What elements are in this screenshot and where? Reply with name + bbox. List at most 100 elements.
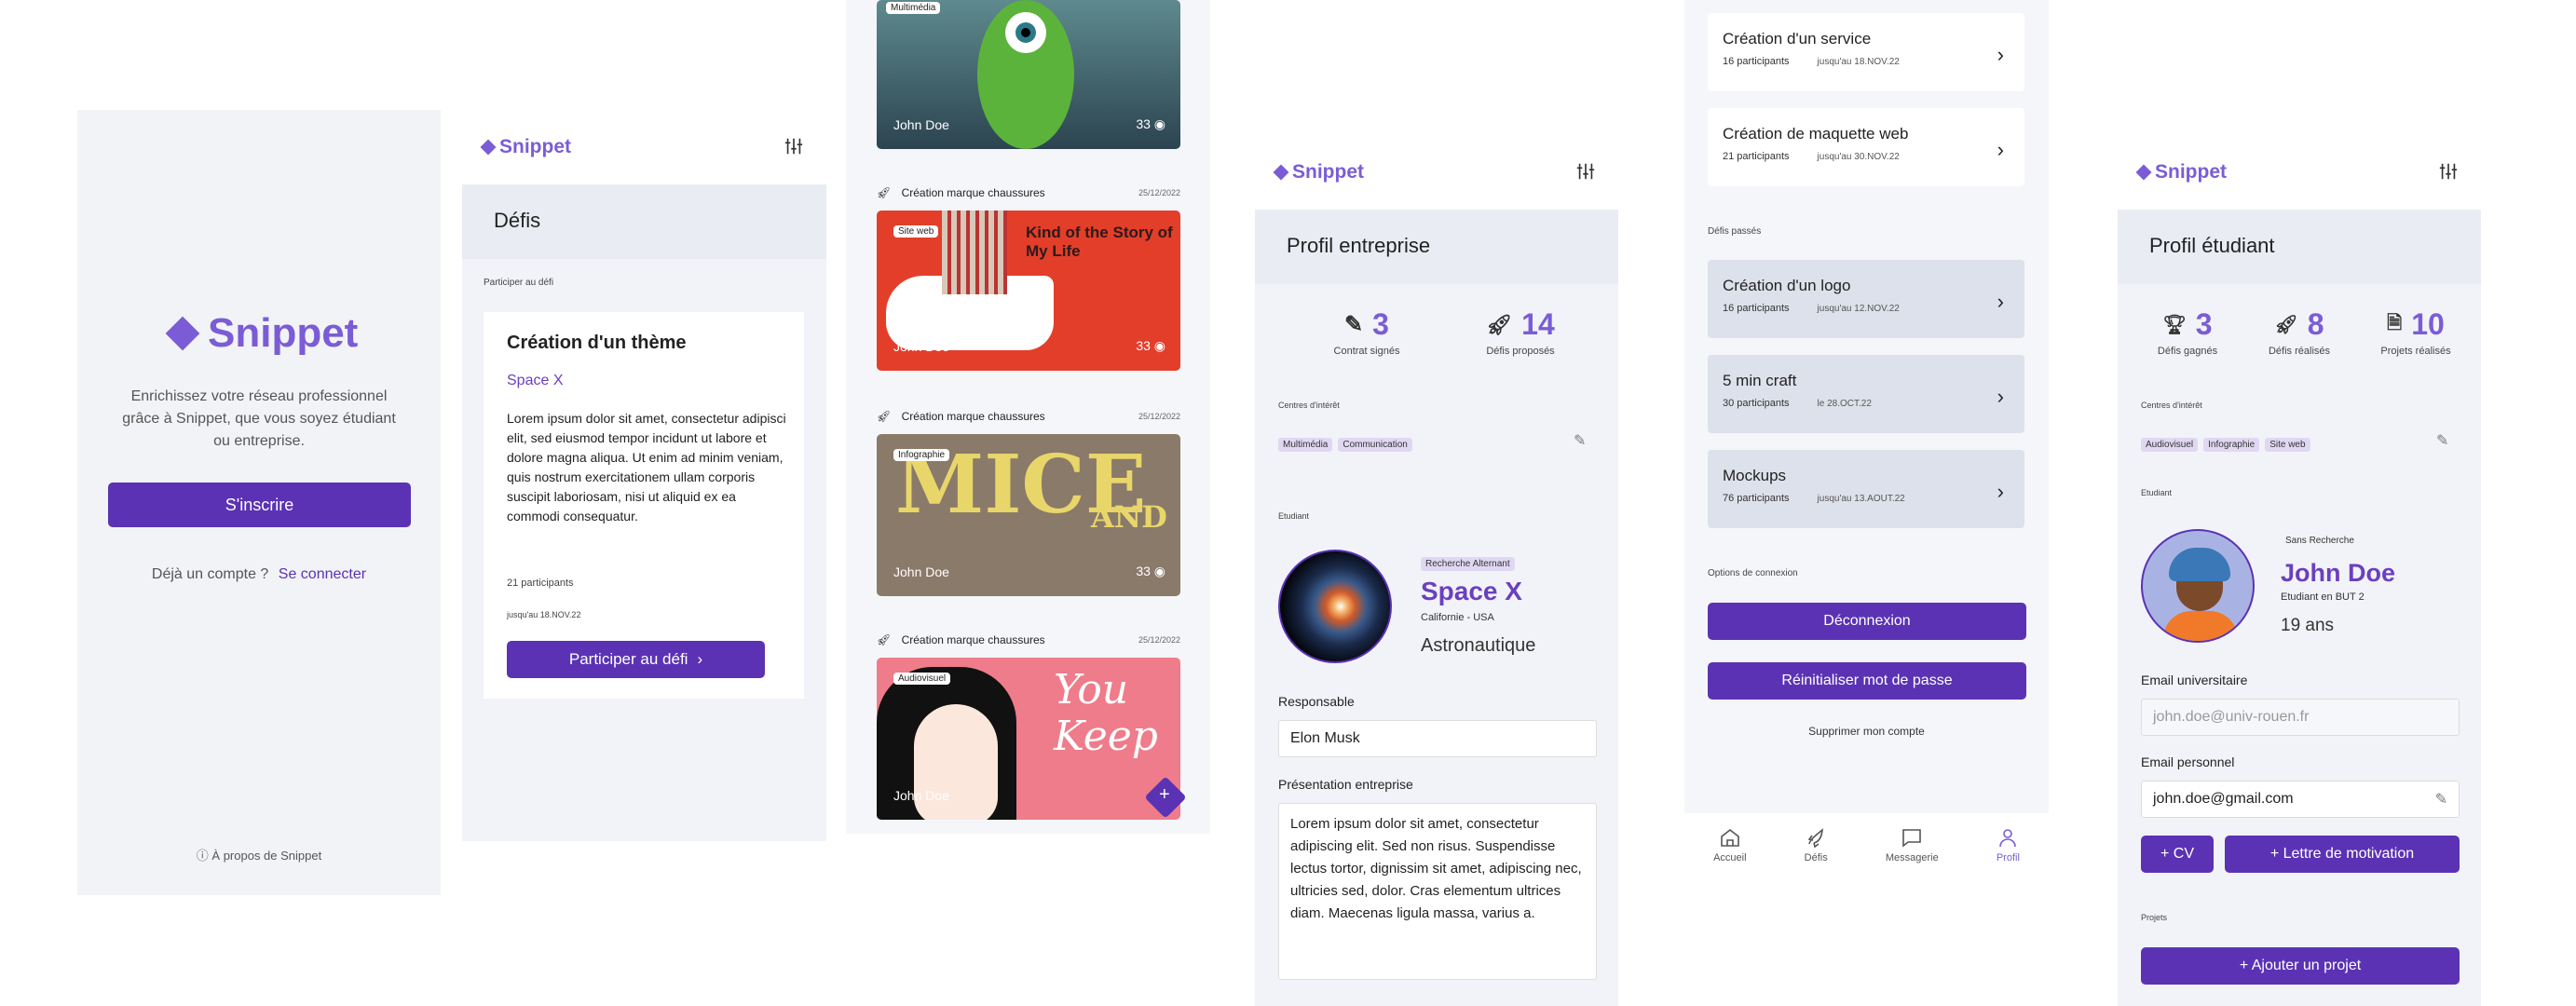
add-project-button[interactable]: + Ajouter un projet: [2141, 947, 2460, 985]
past-challenge-item[interactable]: Création d'un logo 16 participants jusqu'…: [1708, 260, 2024, 338]
filter-icon[interactable]: [1575, 161, 1596, 182]
student-school: Etudiant en BUT 2: [2281, 591, 2365, 603]
pres-label: Présentation entreprise: [1278, 777, 1413, 792]
student-name: John Doe: [2281, 559, 2396, 587]
header: Snippet: [2118, 135, 2481, 210]
past-label: Défis passés: [1708, 226, 1762, 237]
chevron-right-icon: ›: [1997, 138, 2004, 161]
nav-defis[interactable]: Défis: [1805, 826, 1828, 863]
poster-text: AND: [1091, 499, 1167, 535]
eye-icon: ◉: [1153, 116, 1165, 131]
info-icon: ⓘ: [196, 849, 209, 863]
feed-image[interactable]: MICE AND Infographie John Doe 33 ◉: [877, 434, 1180, 596]
interests-chips: Audiovisuel Infographie Site web: [2141, 435, 2316, 452]
header: Snippet: [462, 110, 826, 184]
pres-textarea[interactable]: Lorem ipsum dolor sit amet, consectetur …: [1278, 803, 1597, 980]
feed-item-header: 🚀︎ Création marque chaussures 25/12/2022: [877, 410, 1180, 423]
author-name: John Doe: [893, 339, 949, 354]
resp-input[interactable]: Elon Musk: [1278, 720, 1597, 757]
page-band: Profil étudiant: [2118, 210, 2481, 284]
chevron-right-icon: ›: [1997, 385, 2004, 408]
email-university-field[interactable]: john.doe@univ-rouen.fr: [2141, 699, 2460, 736]
screen-defis: Snippet Défis Participer au défi Créatio…: [462, 110, 826, 846]
eye-icon: ◉: [1153, 338, 1165, 353]
challenge-item[interactable]: Création de maquette web 21 participants…: [1708, 108, 2024, 186]
interest-chip: Audiovisuel: [2141, 438, 2199, 452]
page-band: Profil entreprise: [1255, 210, 1618, 284]
logo-diamond-icon: [480, 139, 497, 156]
login-link[interactable]: Se connecter: [279, 566, 366, 582]
past-challenge-item[interactable]: Mockups 76 participants jusqu'au 13.AOUT.…: [1708, 450, 2024, 528]
logo-diamond-icon: [165, 316, 200, 351]
filter-icon[interactable]: [2438, 161, 2459, 182]
status-badge: Recherche Alternant: [1421, 557, 1515, 571]
about-link[interactable]: ⓘ À propos de Snippet: [77, 846, 441, 863]
chevron-right-icon: ›: [1997, 480, 2004, 503]
logo[interactable]: Snippet: [480, 136, 571, 158]
interest-chip: Multimédia: [1278, 438, 1333, 452]
feed-image[interactable]: YouKeep Audiovisuel John Doe 33: [877, 658, 1180, 820]
user-icon: [1999, 829, 2017, 848]
nav-accueil[interactable]: Accueil: [1713, 826, 1747, 863]
challenge-card: Création d'un thème Space X Lorem ipsum …: [484, 312, 804, 699]
add-cv-button[interactable]: + CV: [2141, 836, 2214, 873]
logo[interactable]: Snippet: [2135, 161, 2227, 184]
card-participants: 21 participants: [507, 578, 574, 589]
logout-button[interactable]: Déconnexion: [1708, 603, 2026, 640]
chevron-right-icon: ›: [1997, 290, 2004, 313]
rocket-icon: 🚀︎: [877, 633, 892, 646]
company-sector: Astronautique: [1421, 635, 1536, 656]
feed-item-header: 🚀︎ Création marque chaussures 25/12/2022: [877, 186, 1180, 199]
stat-won: 🏆︎ 3 Défis gagnés: [2157, 307, 2218, 357]
reset-password-button[interactable]: Réinitialiser mot de passe: [1708, 662, 2026, 700]
stat-projects: 🗎 10 Projets réalisés: [2380, 307, 2451, 357]
nav-messagerie[interactable]: Messagerie: [1886, 826, 1939, 863]
signup-button[interactable]: S'inscrire: [108, 483, 411, 527]
category-tag: Audiovisuel: [893, 673, 951, 685]
card-company[interactable]: Space X: [507, 373, 563, 389]
message-icon: [1902, 829, 1922, 848]
section-label: Participer au défi: [484, 278, 554, 288]
delete-account-link[interactable]: Supprimer mon compte: [1684, 725, 2049, 738]
logo: Snippet: [165, 310, 358, 357]
feed-image[interactable]: Kind of the Story of My Life Site web Jo…: [877, 211, 1180, 371]
rocket-icon: 🚀︎: [1486, 312, 1513, 336]
participate-button[interactable]: Participer au défi ›: [507, 641, 765, 678]
document-icon: ✎: [1344, 312, 1364, 337]
company-logo: [1278, 550, 1392, 663]
interest-chip: Communication: [1338, 438, 1412, 452]
view-count: 33 ◉: [1136, 338, 1165, 353]
nav-profil[interactable]: Profil: [1997, 826, 2020, 863]
rocket-icon: [1807, 828, 1824, 849]
logo[interactable]: Snippet: [1273, 161, 1364, 184]
author-name: John Doe: [893, 117, 949, 132]
home-icon: [1720, 828, 1739, 847]
challenge-item[interactable]: Création d'un service 16 participants jus…: [1708, 13, 2024, 91]
email-personal-field[interactable]: john.doe@gmail.com ✎: [2141, 781, 2460, 818]
add-letter-button[interactable]: + Lettre de motivation: [2225, 836, 2460, 873]
edit-icon[interactable]: ✎: [2436, 431, 2448, 450]
screen-company-profile: Snippet Profil entreprise ✎ 3 Contrat sig…: [1255, 135, 1618, 1006]
feed-image[interactable]: Multimédia John Doe 33 ◉: [877, 0, 1180, 149]
filter-icon[interactable]: [784, 136, 804, 156]
poster-text: You Keep: [1054, 666, 1158, 760]
edit-icon[interactable]: ✎: [2435, 790, 2447, 809]
rocket-icon: 🚀︎: [877, 410, 892, 423]
edit-icon[interactable]: ✎: [1574, 431, 1586, 450]
screen-welcome: Snippet Enrichissez votre réseau profess…: [77, 110, 441, 895]
chevron-right-icon: ›: [697, 650, 703, 668]
file-icon: 🗎: [2387, 312, 2403, 333]
company-location: Californie - USA: [1421, 612, 1494, 623]
rocket-icon: 🚀︎: [2274, 315, 2298, 335]
interests-chips: Multimédia Communication: [1278, 435, 1418, 452]
avatar: [2141, 529, 2255, 643]
interests-label: Centres d'intérêt: [1278, 401, 1340, 410]
page-title: Profil étudiant: [2149, 234, 2275, 257]
options-label: Options de connexion: [1708, 568, 1798, 578]
screen-feed: Multimédia John Doe 33 ◉ 🚀︎ Création mar…: [846, 0, 1210, 846]
stat-done: 🚀︎ 8 Défis réalisés: [2268, 307, 2331, 357]
past-challenge-item[interactable]: 5 min craft 30 participants le 28.OCT.22 …: [1708, 355, 2024, 433]
category-tag: Infographie: [893, 449, 950, 461]
projects-label: Projets: [2141, 913, 2168, 922]
email-p-label: Email personnel: [2141, 754, 2235, 769]
